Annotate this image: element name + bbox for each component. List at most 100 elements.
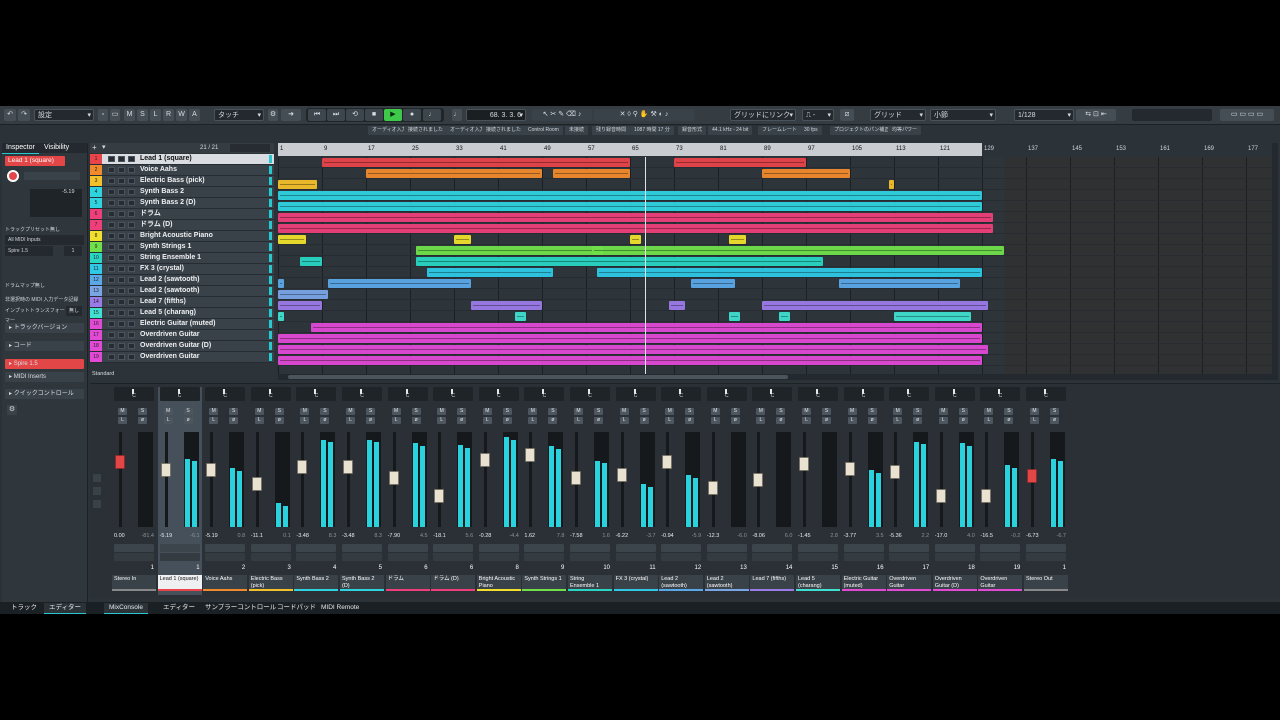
mute-button[interactable]: M: [756, 408, 766, 415]
pan-control[interactable]: C: [843, 387, 884, 401]
track-lane[interactable]: [278, 267, 1272, 278]
fader-knob[interactable]: [434, 489, 445, 504]
fader-knob[interactable]: [1027, 468, 1037, 483]
arrow-icon[interactable]: ➜: [281, 109, 301, 121]
channel-name[interactable]: Overdriven Guitar: [978, 575, 1023, 591]
automation-row[interactable]: [433, 544, 474, 552]
tool-buttons[interactable]: ↖ ✂ ✎ ⌫ ♪: [532, 109, 592, 121]
fader-track[interactable]: [119, 432, 122, 527]
mute-button[interactable]: M: [118, 408, 127, 415]
automation-row[interactable]: [752, 544, 793, 552]
track-lane[interactable]: [278, 289, 1272, 300]
mode-button-m[interactable]: M: [124, 109, 135, 121]
listen-button[interactable]: L: [665, 417, 675, 424]
midi-part[interactable]: [514, 312, 526, 321]
read-button[interactable]: [128, 288, 135, 294]
solo-button[interactable]: [118, 255, 125, 261]
automation-row[interactable]: [843, 544, 884, 552]
fader-value[interactable]: -8.06: [752, 533, 765, 539]
bottom-tab[interactable]: トラック: [6, 603, 42, 613]
section-instrument[interactable]: ▸ Spire 1.5: [5, 359, 84, 369]
fader-knob[interactable]: [844, 461, 855, 476]
midi-part[interactable]: [415, 246, 603, 255]
fader-value[interactable]: -7.90: [388, 533, 401, 539]
solo-button[interactable]: S: [274, 408, 284, 415]
position-display[interactable]: 68. 3. 3. 6: [466, 109, 526, 122]
midi-part[interactable]: [278, 202, 982, 211]
track-lane[interactable]: [278, 157, 1272, 168]
monitor-row[interactable]: [342, 553, 382, 561]
fader-track[interactable]: [985, 432, 989, 527]
midi-part[interactable]: [762, 169, 850, 178]
monitor-row[interactable]: [570, 553, 610, 561]
midi-input-dropdown[interactable]: All MIDI Inputs: [5, 235, 84, 245]
track-row[interactable]: 4 Synth Bass 2: [90, 187, 274, 198]
read-button[interactable]: [128, 255, 135, 261]
mute-button[interactable]: M: [437, 408, 447, 415]
edit-tool-buttons[interactable]: ✕ ◊ ⚲ ✋ ⚒ ◐ ♪: [594, 109, 694, 121]
midi-part[interactable]: [278, 235, 306, 244]
midi-part[interactable]: [729, 235, 746, 244]
read-button[interactable]: [128, 310, 135, 316]
fader-value[interactable]: -11.1: [251, 533, 263, 539]
channel-name[interactable]: FX 3 (crystal): [613, 575, 658, 591]
track-lane[interactable]: [278, 322, 1272, 333]
pan-control[interactable]: C: [296, 387, 337, 401]
phase-button[interactable]: ø: [366, 417, 375, 424]
mute-button[interactable]: [108, 321, 115, 327]
mute-button[interactable]: M: [163, 408, 173, 415]
solo-button[interactable]: [118, 266, 125, 272]
phase-button[interactable]: ø: [502, 417, 512, 424]
bottom-tab[interactable]: MixConsole: [104, 603, 148, 614]
track-row[interactable]: 16 Electric Guitar (muted): [90, 319, 274, 330]
mute-button[interactable]: M: [938, 408, 948, 415]
fader-value[interactable]: -3.48: [342, 533, 355, 539]
solo-button[interactable]: [118, 211, 125, 217]
mute-button[interactable]: [108, 233, 115, 239]
mute-button[interactable]: M: [209, 408, 219, 415]
track-row[interactable]: 19 Overdriven Guitar: [90, 352, 274, 363]
channel-name[interactable]: Synth Strings 1: [522, 575, 567, 591]
midi-part[interactable]: [278, 301, 322, 310]
listen-button[interactable]: L: [163, 417, 173, 424]
arrange-window[interactable]: [278, 157, 1272, 374]
listen-button[interactable]: L: [938, 417, 948, 424]
fader-value[interactable]: -6.22: [616, 533, 629, 539]
playhead-cursor[interactable]: [645, 157, 646, 374]
solo-button[interactable]: S: [730, 408, 740, 415]
listen-button[interactable]: L: [710, 417, 720, 424]
track-row[interactable]: 8 Bright Acoustic Piano: [90, 231, 274, 242]
fader-value[interactable]: -17.0: [935, 533, 948, 539]
pan-control[interactable]: C: [205, 387, 246, 401]
mute-button[interactable]: M: [254, 408, 264, 415]
solo-button[interactable]: [118, 288, 125, 294]
midi-part[interactable]: [278, 191, 982, 200]
fader-value[interactable]: 1.62: [524, 533, 535, 539]
fader-value[interactable]: -12.3: [707, 533, 720, 539]
mute-button[interactable]: [108, 266, 115, 272]
pan-control[interactable]: C: [478, 387, 519, 401]
pan-control[interactable]: C: [387, 387, 428, 401]
solo-button[interactable]: S: [548, 408, 558, 415]
track-row[interactable]: 13 Lead 2 (sawtooth): [90, 286, 274, 297]
automation-row[interactable]: [296, 544, 337, 552]
monitor-row[interactable]: [524, 553, 565, 561]
phase-button[interactable]: ø: [138, 417, 147, 424]
record-icon[interactable]: ●: [403, 109, 421, 121]
fader-value[interactable]: -1.45: [798, 533, 811, 539]
read-button[interactable]: [128, 277, 135, 283]
fader-knob[interactable]: [525, 448, 536, 463]
solo-button[interactable]: [118, 189, 125, 195]
fader-knob[interactable]: [753, 473, 764, 487]
fader-track[interactable]: [483, 432, 487, 527]
pan-control[interactable]: C: [159, 387, 200, 401]
midi-part[interactable]: [470, 301, 542, 310]
monitor-row[interactable]: [798, 553, 838, 561]
fader-knob[interactable]: [251, 477, 262, 492]
track-row[interactable]: 14 Lead 7 (fifths): [90, 297, 274, 308]
midi-channel-dropdown[interactable]: 1: [64, 246, 82, 256]
track-lane[interactable]: [278, 234, 1272, 245]
fader-track[interactable]: [529, 432, 533, 527]
solo-button[interactable]: [118, 167, 125, 173]
automation-mode-dropdown[interactable]: タッチ: [214, 109, 264, 122]
